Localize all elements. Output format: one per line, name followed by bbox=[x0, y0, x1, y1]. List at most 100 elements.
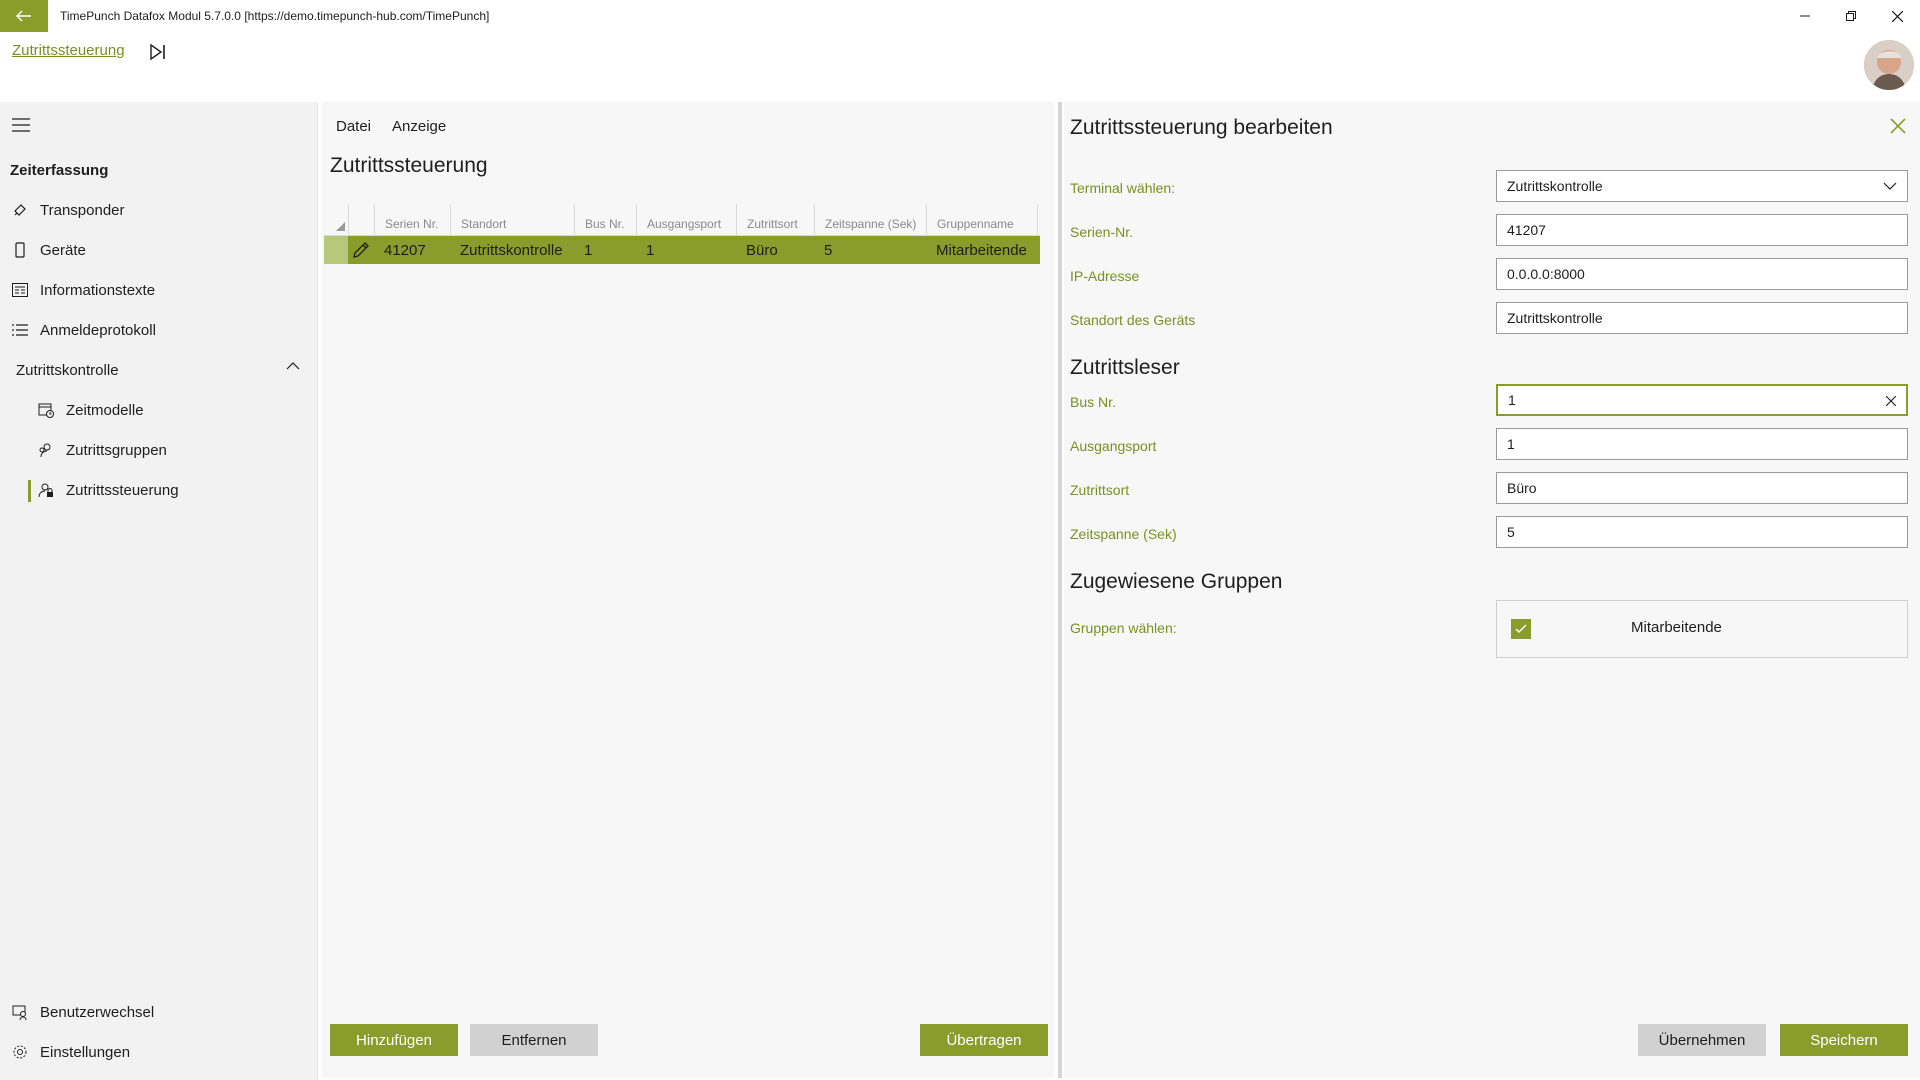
close-icon bbox=[1891, 10, 1903, 22]
port-label: Ausgangsport bbox=[1070, 438, 1157, 454]
terminal-value: Zutrittskontrolle bbox=[1507, 178, 1603, 194]
column-header[interactable]: Gruppenname bbox=[926, 204, 1038, 236]
minimize-button[interactable] bbox=[1782, 0, 1828, 32]
place-field[interactable]: Büro bbox=[1496, 472, 1908, 504]
time-field[interactable]: 5 bbox=[1496, 516, 1908, 548]
sidebar-item-geraete[interactable]: Geräte bbox=[0, 232, 318, 268]
column-header[interactable]: Zeitspanne (Sek) bbox=[814, 204, 926, 236]
breadcrumb[interactable]: Zutrittssteuerung bbox=[12, 42, 125, 59]
back-button[interactable] bbox=[0, 0, 48, 32]
groups-list: Mitarbeitende bbox=[1496, 600, 1908, 658]
bus-field[interactable]: 1 bbox=[1496, 384, 1908, 416]
terminal-select[interactable]: Zutrittskontrolle bbox=[1496, 170, 1908, 202]
ip-value: 0.0.0.0:8000 bbox=[1507, 266, 1585, 282]
sidebar-item-zutrittssteuerung[interactable]: Zutrittssteuerung bbox=[0, 472, 318, 508]
calendar-clock-icon bbox=[36, 400, 56, 420]
column-header[interactable]: Serien Nr. bbox=[374, 204, 450, 236]
column-header[interactable]: Standort bbox=[450, 204, 574, 236]
user-photo-icon bbox=[1864, 40, 1914, 90]
column-header[interactable]: Ausgangsport bbox=[636, 204, 736, 236]
title-bar: TimePunch Datafox Modul 5.7.0.0 [https:/… bbox=[0, 0, 1920, 32]
sidebar-item-label: Zeitmodelle bbox=[66, 401, 144, 419]
sidebar-item-zutrittsgruppen[interactable]: Zutrittsgruppen bbox=[0, 432, 318, 468]
sidebar-group-zutrittskontrolle[interactable]: Zutrittskontrolle bbox=[0, 352, 318, 388]
menu-anzeige[interactable]: Anzeige bbox=[392, 118, 446, 135]
switch-user-icon bbox=[10, 1002, 30, 1022]
save-button[interactable]: Speichern bbox=[1780, 1024, 1908, 1056]
ip-label: IP-Adresse bbox=[1070, 268, 1140, 284]
editor-panel: Zutrittssteuerung bearbeiten Terminal wä… bbox=[1064, 102, 1920, 1078]
sidebar-item-label: Geräte bbox=[40, 241, 86, 259]
time-value: 5 bbox=[1507, 524, 1515, 540]
chevron-up-icon[interactable] bbox=[286, 362, 300, 370]
page-title: Zutrittssteuerung bbox=[330, 154, 488, 177]
list-icon bbox=[10, 320, 30, 340]
time-label: Zeitspanne (Sek) bbox=[1070, 526, 1177, 542]
app-header: Zutrittssteuerung bbox=[0, 32, 1920, 102]
row-selector[interactable] bbox=[324, 236, 348, 264]
restore-button[interactable] bbox=[1828, 0, 1874, 32]
list-panel: Datei Anzeige Zutrittssteuerung Serien N… bbox=[322, 102, 1054, 1078]
apply-button[interactable]: Übernehmen bbox=[1638, 1024, 1766, 1056]
sidebar-item-informationstexte[interactable]: Informationstexte bbox=[0, 272, 318, 308]
gear-icon bbox=[10, 1042, 30, 1062]
clear-icon[interactable] bbox=[1886, 396, 1896, 406]
sidebar-item-label: Einstellungen bbox=[40, 1043, 131, 1061]
group-checkbox[interactable] bbox=[1511, 619, 1531, 639]
place-value: Büro bbox=[1507, 480, 1537, 496]
data-grid: Serien Nr. Standort Bus Nr. Ausgangsport… bbox=[324, 204, 1040, 264]
column-header[interactable]: Zutrittsort bbox=[736, 204, 814, 236]
serial-label: Serien-Nr. bbox=[1070, 224, 1134, 240]
avatar[interactable] bbox=[1864, 40, 1914, 90]
skip-forward-button[interactable] bbox=[146, 40, 170, 64]
chevron-down-icon bbox=[1883, 182, 1897, 190]
info-text-icon bbox=[10, 280, 30, 300]
sidebar-item-einstellungen[interactable]: Einstellungen bbox=[0, 1034, 318, 1070]
device-icon bbox=[10, 240, 30, 260]
close-window-button[interactable] bbox=[1874, 0, 1920, 32]
serial-field[interactable]: 41207 bbox=[1496, 214, 1908, 246]
sidebar: Zeiterfassung Transponder Geräte Informa… bbox=[0, 102, 318, 1080]
sidebar-item-benutzerwechsel[interactable]: Benutzerwechsel bbox=[0, 994, 318, 1030]
location-label: Standort des Geräts bbox=[1070, 312, 1196, 328]
close-editor-icon[interactable] bbox=[1888, 116, 1908, 136]
sidebar-item-label: Benutzerwechsel bbox=[40, 1003, 155, 1021]
remove-button[interactable]: Entfernen bbox=[470, 1024, 598, 1056]
serial-value: 41207 bbox=[1507, 222, 1546, 238]
location-field[interactable]: Zutrittskontrolle bbox=[1496, 302, 1908, 334]
sidebar-item-label: Anmeldeprotokoll bbox=[40, 321, 156, 339]
selection-indicator bbox=[28, 480, 31, 502]
sidebar-section-title: Zeiterfassung bbox=[10, 162, 109, 179]
table-cell: Büro bbox=[746, 241, 778, 259]
table-cell: 1 bbox=[646, 241, 655, 259]
transfer-button[interactable]: Übertragen bbox=[920, 1024, 1048, 1056]
minimize-icon bbox=[1800, 15, 1810, 17]
select-all-corner-icon[interactable] bbox=[336, 222, 345, 231]
add-button[interactable]: Hinzufügen bbox=[330, 1024, 458, 1056]
location-value: Zutrittskontrolle bbox=[1507, 310, 1603, 326]
hamburger-menu-icon[interactable] bbox=[12, 118, 30, 132]
groups-section-title: Zugewiesene Gruppen bbox=[1070, 570, 1283, 593]
place-label: Zutrittsort bbox=[1070, 482, 1130, 498]
restore-icon bbox=[1846, 11, 1856, 21]
table-cell: Mitarbeitende bbox=[936, 241, 1027, 259]
table-row[interactable]: 41207 Zutrittskontrolle 1 1 Büro 5 Mitar… bbox=[324, 236, 1040, 264]
panel-splitter[interactable] bbox=[1058, 102, 1062, 1078]
port-field[interactable]: 1 bbox=[1496, 428, 1908, 460]
skip-forward-icon bbox=[150, 44, 165, 60]
menu-datei[interactable]: Datei bbox=[336, 118, 371, 135]
column-header[interactable]: Bus Nr. bbox=[574, 204, 636, 236]
sidebar-item-anmeldeprotokoll[interactable]: Anmeldeprotokoll bbox=[0, 312, 318, 348]
table-cell: 5 bbox=[824, 241, 833, 259]
ip-field[interactable]: 0.0.0.0:8000 bbox=[1496, 258, 1908, 290]
sidebar-item-zeitmodelle[interactable]: Zeitmodelle bbox=[0, 392, 318, 428]
sidebar-item-transponder[interactable]: Transponder bbox=[0, 192, 318, 228]
reader-section-title: Zutrittsleser bbox=[1070, 356, 1180, 379]
pencil-icon bbox=[353, 242, 369, 258]
sidebar-item-label: Informationstexte bbox=[40, 281, 156, 299]
port-value: 1 bbox=[1507, 436, 1515, 452]
edit-row-button[interactable] bbox=[348, 236, 374, 264]
sidebar-item-label: Zutrittskontrolle bbox=[16, 361, 119, 379]
table-cell: 41207 bbox=[384, 241, 426, 259]
editor-title: Zutrittssteuerung bearbeiten bbox=[1070, 116, 1333, 139]
